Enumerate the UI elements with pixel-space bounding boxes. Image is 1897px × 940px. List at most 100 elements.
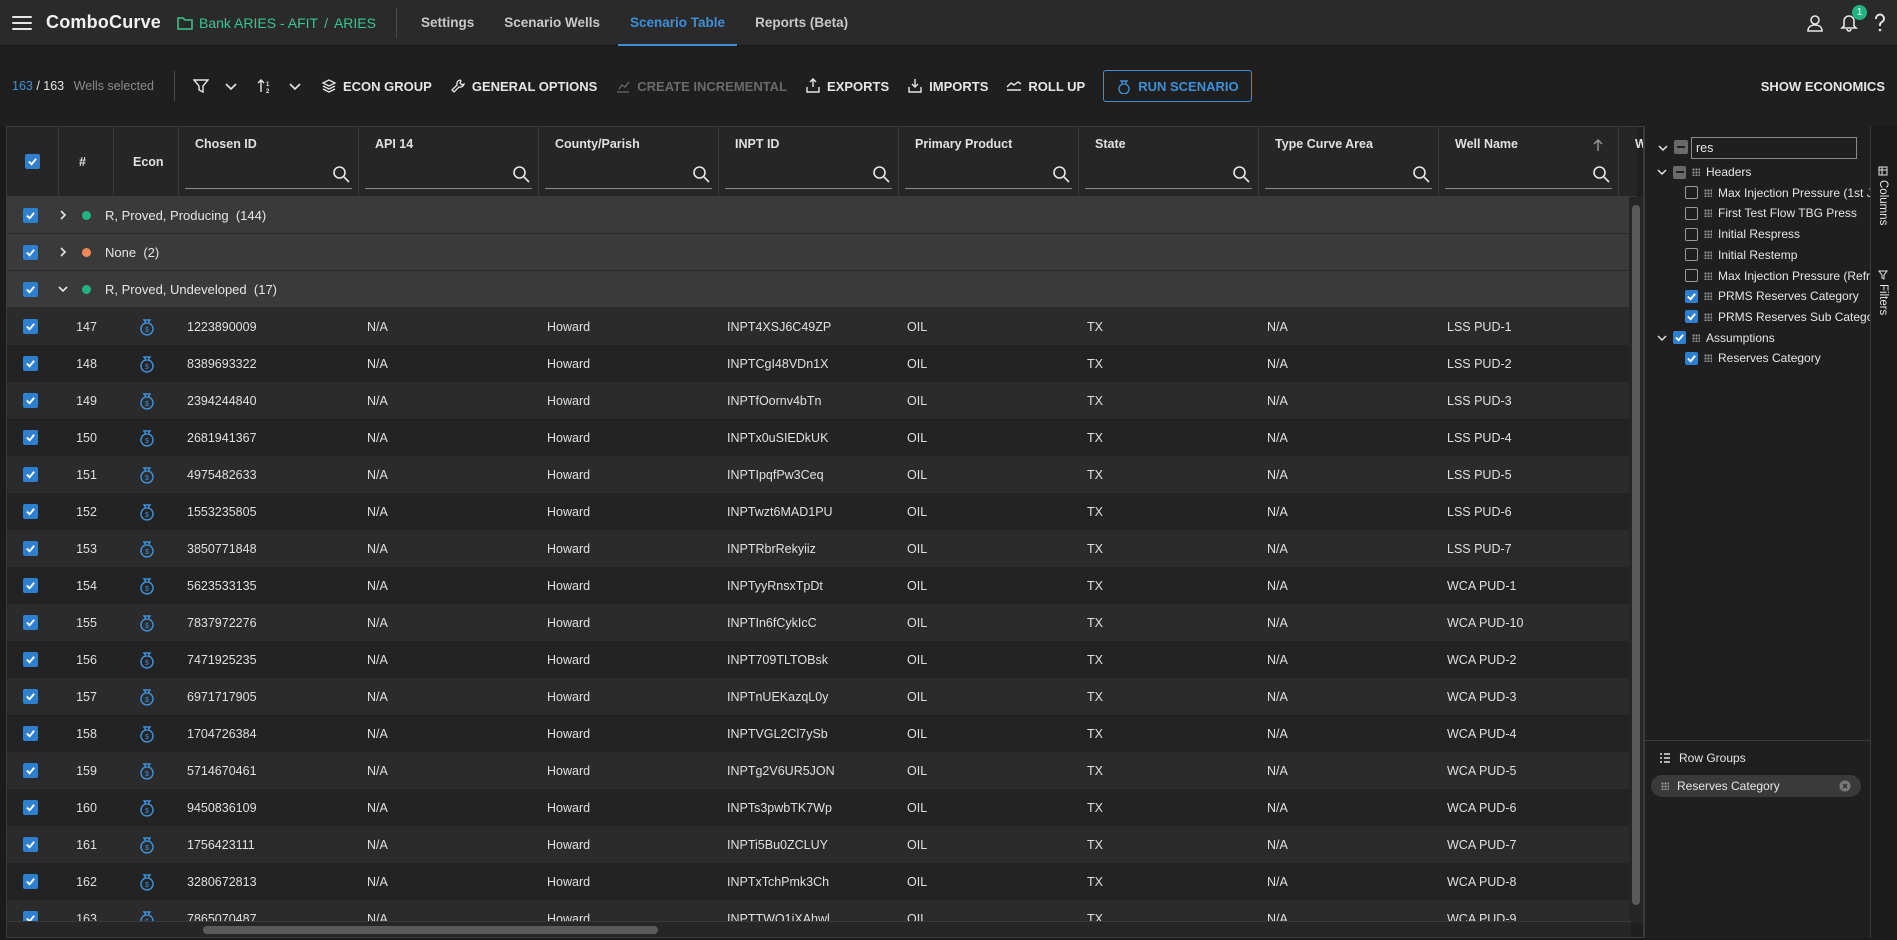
row-checkbox[interactable] [23, 393, 38, 408]
money-bag-icon[interactable]: $ [137, 835, 157, 855]
group-checkbox[interactable] [23, 244, 38, 260]
group-row[interactable]: R, Proved, Undeveloped (17) [7, 271, 1629, 308]
money-bag-icon[interactable]: $ [137, 761, 157, 781]
econ-cell[interactable]: $ [114, 567, 179, 604]
table-row[interactable]: 148 $8389693322 N/A Howard INPTCgI48VDn1X OIL… [7, 345, 1629, 382]
tab-scenario-wells[interactable]: Scenario Wells [492, 0, 612, 46]
drag-handle-icon[interactable] [1704, 354, 1712, 363]
row-checkbox[interactable] [23, 467, 38, 482]
show-economics-button[interactable]: SHOW ECONOMICS [1761, 79, 1885, 94]
inpt-id-filter-input[interactable] [725, 161, 892, 189]
remove-icon[interactable] [1839, 780, 1851, 792]
scrollbar-thumb[interactable] [1632, 205, 1640, 905]
money-bag-icon[interactable]: $ [137, 539, 157, 559]
econ-cell[interactable]: $ [114, 456, 179, 493]
type-curve-area-filter-input[interactable] [1265, 161, 1432, 189]
table-row[interactable]: 156 $7471925235 N/A Howard INPT709TLTOBsk OIL… [7, 641, 1629, 678]
money-bag-icon[interactable]: $ [137, 465, 157, 485]
drag-handle-icon[interactable] [1704, 312, 1712, 321]
row-checkbox[interactable] [23, 541, 38, 556]
filter-button[interactable] [192, 78, 239, 94]
money-bag-icon[interactable]: $ [137, 576, 157, 596]
econ-cell[interactable]: $ [114, 419, 179, 456]
column-header-county[interactable]: County/Parish [539, 127, 719, 197]
econ-cell[interactable]: $ [114, 530, 179, 567]
row-checkbox[interactable] [23, 615, 38, 630]
table-row[interactable]: 162 $3280672813 N/A Howard INPTxTchPmk3Ch OIL… [7, 863, 1629, 900]
column-header-inpt-id[interactable]: INPT ID [719, 127, 899, 197]
api14-filter-input[interactable] [365, 161, 532, 189]
column-header-primary-product[interactable]: Primary Product [899, 127, 1079, 197]
econ-cell[interactable]: $ [114, 382, 179, 419]
table-row[interactable]: 159 $5714670461 N/A Howard INPTg2V6UR5JON OIL… [7, 752, 1629, 789]
table-row[interactable]: 150 $2681941367 N/A Howard INPTx0uSIEDkUK OIL… [7, 419, 1629, 456]
drag-handle-icon[interactable] [1704, 292, 1712, 301]
column-header-next[interactable]: W [1619, 127, 1643, 197]
econ-group-button[interactable]: ECON GROUP [321, 78, 432, 94]
group-checkbox[interactable] [23, 207, 38, 223]
row-checkbox[interactable] [23, 578, 38, 593]
sort-ascending-icon[interactable] [1592, 138, 1604, 152]
column-item[interactable]: Reserves Category [1685, 348, 1821, 368]
money-bag-icon[interactable]: $ [137, 354, 157, 374]
econ-cell[interactable]: $ [114, 826, 179, 863]
money-bag-icon[interactable]: $ [137, 872, 157, 892]
table-row[interactable]: 151 $4975482633 N/A Howard INPTIpqfPw3Ceq OIL… [7, 456, 1629, 493]
column-checkbox[interactable] [1685, 351, 1698, 365]
column-checkbox[interactable] [1685, 206, 1698, 220]
column-header-num[interactable]: # [59, 127, 114, 197]
column-item[interactable]: PRMS Reserves Category [1685, 286, 1859, 306]
money-bag-icon[interactable]: $ [137, 650, 157, 670]
select-all-checkbox[interactable] [25, 154, 40, 169]
horizontal-scrollbar[interactable] [7, 921, 1631, 937]
group-row[interactable]: None (2) [7, 234, 1629, 271]
row-checkbox[interactable] [23, 504, 38, 519]
group-row[interactable]: R, Proved, Producing (144) [7, 197, 1629, 234]
scrollbar-thumb[interactable] [203, 926, 658, 934]
state-filter-input[interactable] [1085, 161, 1252, 189]
column-item[interactable]: Initial Respress [1685, 224, 1800, 244]
table-row[interactable]: 160 $9450836109 N/A Howard INPTs3pwbTK7Wp OIL… [7, 789, 1629, 826]
table-row[interactable]: 155 $7837972276 N/A Howard INPTIn6fCykIcC OIL… [7, 604, 1629, 641]
drag-handle-icon[interactable] [1704, 250, 1712, 259]
table-row[interactable]: 161 $1756423111 N/A Howard INPTi5Bu0ZCLUY OIL… [7, 826, 1629, 863]
row-checkbox[interactable] [23, 874, 38, 889]
chevron-down-icon[interactable] [1657, 143, 1669, 153]
chosen-id-filter-input[interactable] [185, 161, 352, 189]
menu-icon[interactable] [12, 15, 32, 30]
column-header-state[interactable]: State [1079, 127, 1259, 197]
econ-cell[interactable]: $ [114, 678, 179, 715]
table-row[interactable]: 163 $7865070487 N/A Howard INPTTWO1iXAhwl OIL… [7, 900, 1629, 923]
row-group-chip[interactable]: Reserves Category [1651, 775, 1861, 797]
column-group-item[interactable]: Assumptions [1657, 328, 1775, 348]
row-checkbox[interactable] [23, 319, 38, 334]
drag-handle-icon[interactable] [1704, 188, 1712, 197]
row-checkbox[interactable] [23, 726, 38, 741]
drag-handle-icon[interactable] [1692, 333, 1700, 342]
row-checkbox[interactable] [23, 837, 38, 852]
vertical-scrollbar[interactable] [1629, 197, 1643, 923]
tab-reports[interactable]: Reports (Beta) [743, 0, 860, 46]
table-row[interactable]: 152 $1553235805 N/A Howard INPTwzt6MAD1PU OIL… [7, 493, 1629, 530]
select-all-columns-checkbox[interactable] [1674, 140, 1688, 154]
column-checkbox[interactable] [1685, 186, 1698, 200]
column-item[interactable]: First Test Flow TBG Press [1685, 203, 1857, 223]
run-scenario-button[interactable]: RUN SCENARIO [1103, 70, 1252, 102]
columns-search-input[interactable] [1691, 137, 1857, 159]
column-item[interactable]: Max Injection Pressure (1st J [1685, 183, 1873, 203]
row-checkbox[interactable] [23, 652, 38, 667]
notifications[interactable]: 1 [1839, 4, 1867, 35]
money-bag-icon[interactable]: $ [137, 724, 157, 744]
money-bag-icon[interactable]: $ [137, 428, 157, 448]
econ-cell[interactable]: $ [114, 308, 179, 345]
tab-scenario-table[interactable]: Scenario Table [618, 0, 738, 46]
chevron-down-icon[interactable] [57, 283, 69, 295]
money-bag-icon[interactable]: $ [137, 613, 157, 633]
column-checkbox[interactable] [1673, 331, 1686, 345]
drag-handle-icon[interactable] [1661, 782, 1669, 790]
table-row[interactable]: 154 $5623533135 N/A Howard INPTyyRnsxTpDt OIL… [7, 567, 1629, 604]
column-checkbox[interactable] [1673, 165, 1686, 179]
county-filter-input[interactable] [545, 161, 712, 189]
column-checkbox[interactable] [1685, 248, 1698, 262]
tab-columns[interactable]: Columns [1877, 166, 1889, 225]
